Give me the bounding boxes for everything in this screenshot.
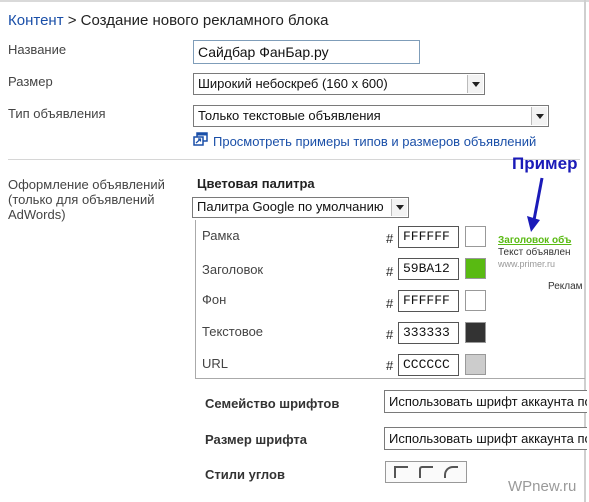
breadcrumb-link-content[interactable]: Контент xyxy=(8,12,64,29)
hash-symbol: # xyxy=(386,327,394,342)
hash-symbol: # xyxy=(386,296,394,311)
examples-link-row[interactable]: Просмотреть примеры типов и размеров объ… xyxy=(193,132,536,151)
preview-ad-url: www.primer.ru xyxy=(498,259,556,269)
font-family-select[interactable]: Использовать шрифт аккаунта по xyxy=(384,390,587,413)
chevron-down-icon[interactable] xyxy=(391,199,407,216)
font-size-select[interactable]: Использовать шрифт аккаунта по xyxy=(384,427,587,450)
palette-select-value: Палитра Google по умолчанию xyxy=(197,199,384,214)
color-label-text: Текстовое xyxy=(202,324,264,339)
chevron-down-icon[interactable] xyxy=(531,107,547,125)
color-label-border: Рамка xyxy=(202,228,240,243)
url-color-input[interactable]: CCCCCC xyxy=(398,354,459,376)
preview-ad-text: Текст объявлен xyxy=(498,247,571,258)
name-input[interactable]: Сайдбар ФанБар.ру xyxy=(193,40,420,64)
corner-style-picker[interactable] xyxy=(385,461,467,483)
chevron-down-icon[interactable] xyxy=(467,75,483,93)
ad-type-select[interactable]: Только текстовые объявления xyxy=(193,105,549,127)
palette-select[interactable]: Палитра Google по умолчанию xyxy=(192,197,409,218)
slightly-rounded-corner-icon[interactable] xyxy=(418,466,433,478)
window-top-border xyxy=(0,0,589,2)
preview-ad-headline: Заголовок объ xyxy=(498,235,572,246)
background-color-swatch[interactable] xyxy=(465,290,486,311)
palette-box-left-border xyxy=(195,220,196,378)
watermark: WPnew.ru xyxy=(508,478,577,495)
font-family-label: Семейство шрифтов xyxy=(205,396,340,411)
color-label-background: Фон xyxy=(202,292,227,307)
corner-style-label: Стили углов xyxy=(205,467,285,482)
arrow-icon xyxy=(527,177,544,232)
size-select[interactable]: Широкий небоскреб (160 x 600) xyxy=(193,73,485,95)
headline-color-swatch[interactable] xyxy=(465,258,486,279)
headline-color-input[interactable]: 59BA12 xyxy=(398,258,459,280)
examples-link[interactable]: Просмотреть примеры типов и размеров объ… xyxy=(213,134,536,149)
url-color-swatch[interactable] xyxy=(465,354,486,375)
font-size-select-value: Использовать шрифт аккаунта по xyxy=(389,431,587,446)
breadcrumb: Контент > Создание нового рекламного бло… xyxy=(8,12,328,29)
palette-title: Цветовая палитра xyxy=(197,176,315,191)
font-family-select-value: Использовать шрифт аккаунта по xyxy=(389,394,587,409)
palette-box-bottom-border xyxy=(195,378,585,379)
square-corner-icon[interactable] xyxy=(394,466,409,478)
hash-symbol: # xyxy=(386,358,394,373)
background-color-input[interactable]: FFFFFF xyxy=(398,290,459,312)
color-label-url: URL xyxy=(202,356,229,371)
ad-type-select-value: Только текстовые объявления xyxy=(198,108,381,123)
hash-symbol: # xyxy=(386,231,394,246)
hash-symbol: # xyxy=(386,264,394,279)
rounded-corner-icon[interactable] xyxy=(443,466,458,478)
page-title: Создание нового рекламного блока xyxy=(80,12,329,29)
open-window-icon xyxy=(193,132,208,151)
size-label: Размер xyxy=(8,74,53,89)
preview-title: Пример xyxy=(512,154,578,173)
name-label: Название xyxy=(8,42,67,57)
preview-ad-label: Реклам xyxy=(548,281,583,292)
breadcrumb-separator: > xyxy=(63,12,81,29)
styling-section-label: Оформление объявлений (только для объявл… xyxy=(8,177,165,222)
section-divider xyxy=(8,159,580,160)
border-color-swatch[interactable] xyxy=(465,226,486,247)
ad-type-label: Тип объявления xyxy=(8,106,106,121)
border-color-input[interactable]: FFFFFF xyxy=(398,226,459,248)
size-select-value: Широкий небоскреб (160 x 600) xyxy=(198,76,388,91)
font-size-label: Размер шрифта xyxy=(205,432,307,447)
text-color-swatch[interactable] xyxy=(465,322,486,343)
color-label-headline: Заголовок xyxy=(202,262,264,277)
text-color-input[interactable]: 333333 xyxy=(398,322,459,344)
